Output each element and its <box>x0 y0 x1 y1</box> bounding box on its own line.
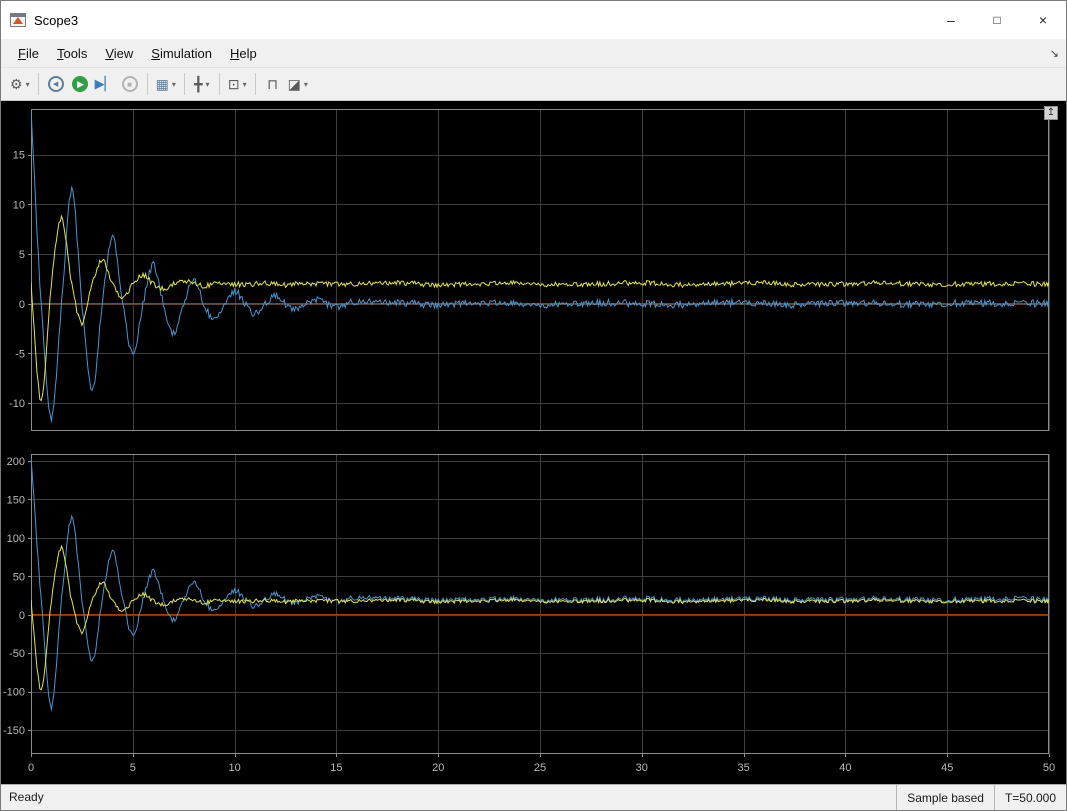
gear-icon: ⚙ <box>10 76 23 93</box>
scope-app-icon <box>10 13 26 27</box>
toolbar-separator <box>255 73 256 95</box>
signal-highlight-button[interactable]: ◪ ▾ <box>285 71 311 97</box>
close-button[interactable]: × <box>1020 1 1066 39</box>
menubar: File Tools View Simulation Help ↘ <box>1 39 1066 67</box>
zoom-fit-button[interactable]: ⊡ ▾ <box>225 71 250 97</box>
simulation-time-indicator: T=50.000 <box>994 785 1066 810</box>
status-message: Ready <box>1 785 896 810</box>
minimize-button[interactable]: – <box>928 1 974 39</box>
step-forward-button[interactable]: ▶▏ <box>92 71 118 97</box>
highlight-icon: ◪ <box>288 76 301 93</box>
step-forward-icon: ▶▏ <box>95 76 115 92</box>
chevron-down-icon: ▾ <box>243 80 247 89</box>
menu-view[interactable]: View <box>96 42 142 65</box>
toolbar-separator <box>219 73 220 95</box>
statusbar: Ready Sample based T=50.000 <box>1 784 1066 810</box>
stop-icon: ■ <box>122 76 138 92</box>
stop-button[interactable]: ■ <box>118 71 142 97</box>
menu-file[interactable]: File <box>9 42 48 65</box>
expand-plot-button[interactable]: ↥ <box>1044 106 1058 120</box>
toolbar-separator <box>184 73 185 95</box>
sample-mode-indicator: Sample based <box>896 785 994 810</box>
cursor-measurements-button[interactable]: ╋ ▾ <box>190 71 214 97</box>
trigger-icon: ⊓ <box>267 76 278 93</box>
trigger-button[interactable]: ⊓ <box>261 71 285 97</box>
scope-window: Scope3 – □ × File Tools View Simulation … <box>0 0 1067 811</box>
toolbar-separator <box>147 73 148 95</box>
zoom-fit-icon: ⊡ <box>228 76 240 93</box>
play-icon: ▶ <box>72 76 88 92</box>
window-title: Scope3 <box>34 13 78 28</box>
chevron-down-icon: ▾ <box>26 80 30 89</box>
chevron-down-icon: ▾ <box>304 80 308 89</box>
simulink-hierarchy-button[interactable]: ▦ ▾ <box>153 71 179 97</box>
chevron-down-icon: ▾ <box>172 80 176 89</box>
maximize-button[interactable]: □ <box>974 1 1020 39</box>
step-back-icon: ◀ <box>48 76 64 92</box>
waveform-display-canvas[interactable] <box>1 101 1066 784</box>
settings-button[interactable]: ⚙ ▾ <box>7 71 33 97</box>
blocks-icon: ▦ <box>156 76 169 93</box>
titlebar: Scope3 – □ × <box>1 1 1066 39</box>
toolbar-separator <box>38 73 39 95</box>
menu-tools[interactable]: Tools <box>48 42 96 65</box>
run-button[interactable]: ▶ <box>68 71 92 97</box>
menu-help[interactable]: Help <box>221 42 266 65</box>
chevron-down-icon: ▾ <box>206 80 210 89</box>
plot-area: ↥ <box>1 101 1066 784</box>
toolbar: ⚙ ▾ ◀ ▶ ▶▏ ■ ▦ ▾ ╋ ▾ ⊡ ▾ <box>1 67 1066 101</box>
dock-arrow-icon[interactable]: ↘ <box>1050 47 1066 60</box>
menu-simulation[interactable]: Simulation <box>142 42 221 65</box>
step-back-button[interactable]: ◀ <box>44 71 68 97</box>
cursor-measurements-icon: ╋ <box>194 76 202 93</box>
window-controls: – □ × <box>928 1 1066 39</box>
